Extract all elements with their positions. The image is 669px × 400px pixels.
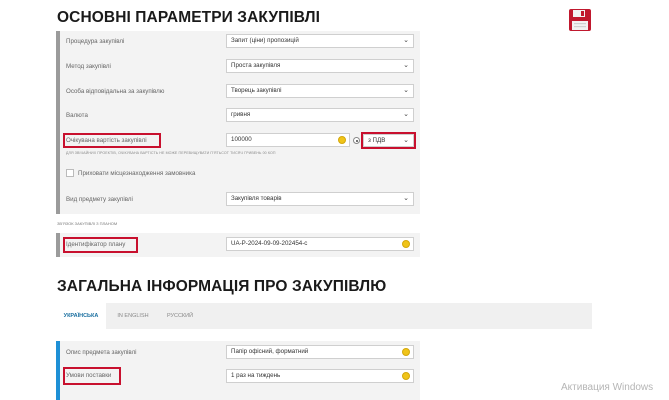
language-tabs: УКРАЇНСЬКА IN ENGLISH РУССКИЙ bbox=[56, 303, 592, 329]
procedure-select[interactable]: Запит (ціни) пропозицій ⌄ bbox=[226, 34, 414, 48]
chevron-down-icon: ⌄ bbox=[403, 195, 409, 202]
hide-location-checkbox[interactable] bbox=[66, 169, 74, 177]
delivery-terms-label: Умови поставки bbox=[66, 372, 112, 379]
floppy-save-icon[interactable] bbox=[568, 8, 592, 32]
currency-select[interactable]: гривня ⌄ bbox=[226, 108, 414, 122]
delivery-terms-input[interactable]: 1 раз на тиждень bbox=[226, 369, 414, 383]
subject-type-select[interactable]: Закупівля товарів ⌄ bbox=[226, 192, 414, 206]
expected-value-hint: ДЛЯ ЗВІЧАЙНИХ ПРОЕКТІВ, ОЧІКУВАНА ВАРТІС… bbox=[66, 151, 276, 155]
tab-english[interactable]: IN ENGLISH bbox=[110, 303, 156, 329]
tab-russian[interactable]: РУССКИЙ bbox=[160, 303, 200, 329]
expected-value-input[interactable]: 100000 bbox=[226, 133, 350, 147]
section-title-main-params: ОСНОВНІ ПАРАМЕТРИ ЗАКУПІВЛІ bbox=[57, 9, 321, 26]
responsible-person-label: Особа відповідальна за закупівлю bbox=[66, 88, 165, 95]
section-title-general-info: ЗАГАЛЬНА ІНФОРМАЦІЯ ПРО ЗАКУПІВЛЮ bbox=[57, 278, 387, 295]
hide-location-label: Приховати місцезнаходження замовника bbox=[78, 170, 196, 177]
autofill-coin-icon bbox=[402, 240, 410, 248]
vat-radio[interactable] bbox=[353, 137, 360, 144]
currency-label: Валюта bbox=[66, 112, 88, 119]
autofill-coin-icon bbox=[402, 348, 410, 356]
procedure-value: Запит (ціни) пропозицій bbox=[231, 37, 299, 44]
subject-description-value: Папір офісний, форматний bbox=[231, 348, 309, 355]
expected-value-value: 100000 bbox=[231, 136, 252, 143]
subject-description-input[interactable]: Папір офісний, форматний bbox=[226, 345, 414, 359]
autofill-coin-icon bbox=[402, 372, 410, 380]
chevron-down-icon: ⌄ bbox=[403, 87, 409, 94]
windows-activation-watermark: Активация Windows bbox=[561, 382, 654, 393]
subject-description-label: Опис предмета закупівлі bbox=[66, 349, 137, 356]
chevron-down-icon: ⌄ bbox=[403, 111, 409, 118]
responsible-person-value: Творець закупівлі bbox=[231, 87, 282, 94]
chevron-down-icon: ⌄ bbox=[403, 137, 409, 144]
plan-id-value: UA-P-2024-09-09-202454-c bbox=[231, 240, 308, 247]
chevron-down-icon: ⌄ bbox=[403, 62, 409, 69]
method-select[interactable]: Проста закупівля ⌄ bbox=[226, 59, 414, 73]
method-value: Проста закупівля bbox=[231, 62, 281, 69]
plan-id-label: Ідентифікатор плану bbox=[66, 241, 126, 248]
procedure-label: Процедура закупівлі bbox=[66, 38, 125, 45]
tab-ukrainian[interactable]: УКРАЇНСЬКА bbox=[56, 303, 106, 329]
vat-select[interactable]: з ПДВ ⌄ bbox=[363, 134, 414, 147]
expected-value-label: Очікувана вартість закупівлі bbox=[66, 137, 147, 144]
subject-type-label: Вид предмету закупівлі bbox=[66, 196, 133, 203]
delivery-terms-value: 1 раз на тиждень bbox=[231, 372, 281, 379]
autofill-coin-icon bbox=[338, 136, 346, 144]
responsible-person-select[interactable]: Творець закупівлі ⌄ bbox=[226, 84, 414, 98]
plan-link-label: ЗВ'ЯЗОК ЗАКУПІВЛІ З ПЛАНОМ bbox=[57, 221, 118, 226]
chevron-down-icon: ⌄ bbox=[403, 37, 409, 44]
subject-type-value: Закупівля товарів bbox=[231, 195, 282, 202]
currency-value: гривня bbox=[231, 111, 251, 118]
plan-id-input[interactable]: UA-P-2024-09-09-202454-c bbox=[226, 237, 414, 251]
method-label: Метод закупівлі bbox=[66, 63, 111, 70]
vat-value: з ПДВ bbox=[368, 137, 386, 144]
